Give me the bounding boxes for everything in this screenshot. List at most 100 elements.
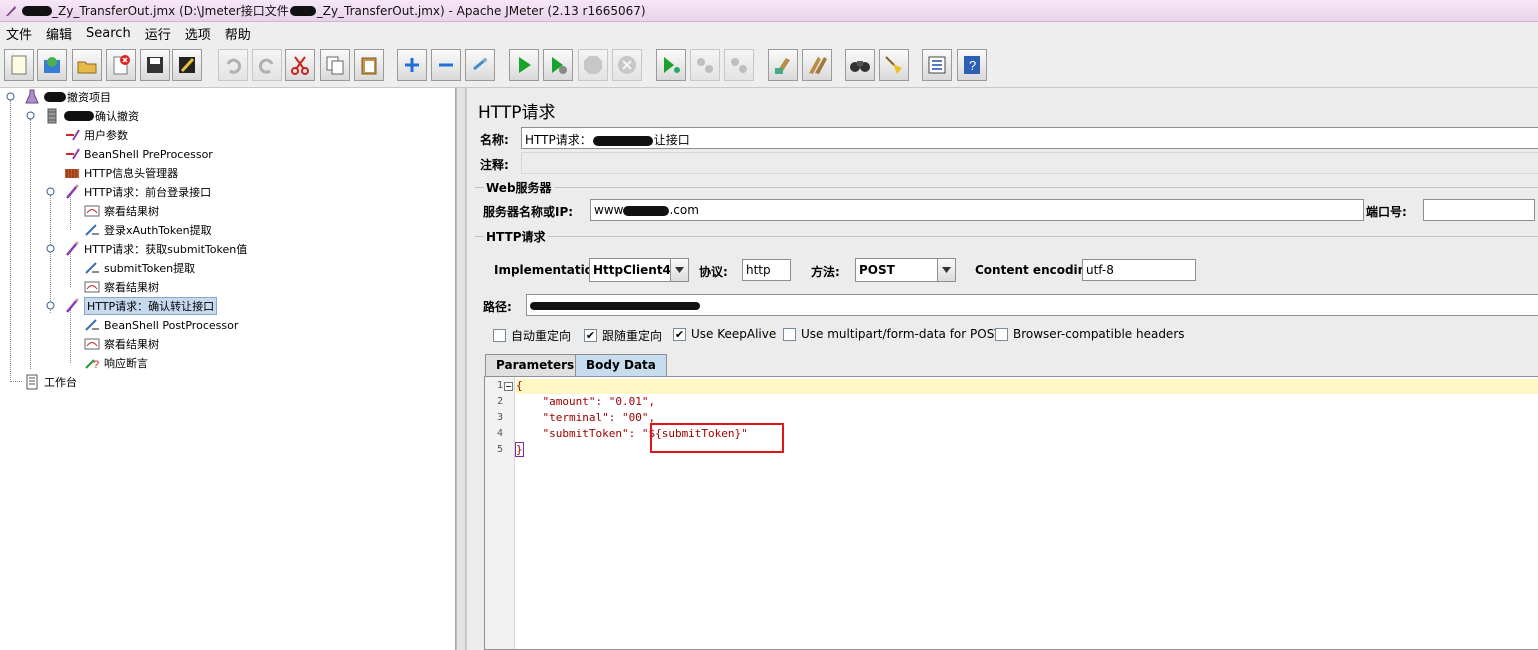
method-select[interactable]: POST xyxy=(855,258,956,282)
tree-node-label: 工作台 xyxy=(44,376,77,389)
keepalive-checkbox[interactable]: ✔ Use KeepAlive xyxy=(673,327,776,341)
tree-node-test-plan[interactable]: 撤资项目 xyxy=(24,88,111,106)
clear-button[interactable] xyxy=(768,49,798,81)
save-as-button[interactable] xyxy=(172,49,202,81)
redacted-mark xyxy=(64,111,94,121)
tree-node-token-extractor[interactable]: submitToken提取 xyxy=(84,259,195,277)
start-no-pause-button[interactable] xyxy=(543,49,573,81)
protocol-input[interactable]: http xyxy=(742,259,791,281)
clear-all-icon xyxy=(809,57,827,74)
remote-shutdown-icon xyxy=(731,58,747,73)
remote-stop-button[interactable] xyxy=(690,49,720,81)
follow-redirects-checkbox[interactable]: ✔ 跟随重定向 xyxy=(584,327,662,344)
tree-node-xauth-extractor[interactable]: 登录xAuthToken提取 xyxy=(84,221,212,239)
checkbox-label: Browser-compatible headers xyxy=(1013,327,1185,341)
tree-node-results-tree-3[interactable]: 察看结果树 xyxy=(84,335,159,353)
menu-run[interactable]: 运行 xyxy=(145,24,171,43)
tree-expand-icon[interactable] xyxy=(46,244,55,253)
help-button[interactable]: ? xyxy=(957,49,987,81)
templates-icon xyxy=(44,57,60,73)
tree-node-label: HTTP请求：前台登录接口 xyxy=(84,186,212,199)
paste-button[interactable] xyxy=(354,49,384,81)
redacted-mark xyxy=(530,301,700,310)
expand-button[interactable] xyxy=(397,49,427,81)
clear-all-button[interactable] xyxy=(802,49,832,81)
panel-title: HTTP请求 xyxy=(478,103,556,123)
tree-node-user-params[interactable]: 用户参数 xyxy=(64,126,128,144)
templates-button[interactable] xyxy=(37,49,67,81)
content-encoding-label: Content encoding: xyxy=(975,263,1100,277)
stop-button[interactable] xyxy=(578,49,608,81)
shutdown-button[interactable] xyxy=(612,49,642,81)
name-input[interactable]: HTTP请求： 让接口 xyxy=(521,127,1538,149)
copy-button[interactable] xyxy=(320,49,350,81)
new-icon xyxy=(11,55,27,75)
tree-node-results-tree-1[interactable]: 察看结果树 xyxy=(84,202,159,220)
remote-shutdown-button[interactable] xyxy=(724,49,754,81)
comment-label: 注释: xyxy=(480,158,509,172)
tree-node-http-login[interactable]: HTTP请求：前台登录接口 xyxy=(64,183,211,201)
close-icon xyxy=(113,55,130,75)
fold-icon[interactable] xyxy=(504,382,513,391)
undo-button[interactable] xyxy=(218,49,248,81)
collapse-button[interactable] xyxy=(431,49,461,81)
remote-start-button[interactable] xyxy=(656,49,686,81)
tree-node-label: BeanShell PostProcessor xyxy=(104,318,239,332)
test-plan-icon xyxy=(24,89,40,105)
tree-expand-icon[interactable] xyxy=(46,187,55,196)
postprocessor-icon xyxy=(84,222,100,238)
tree-node-results-tree-2[interactable]: 察看结果树 xyxy=(84,278,159,296)
window-title-bar: _Zy_TransferOut.jmx (D:\Jmeter接口文件 _Zy_T… xyxy=(0,0,1538,22)
search-button[interactable] xyxy=(845,49,875,81)
open-button[interactable] xyxy=(72,49,102,81)
server-input[interactable]: www .com xyxy=(590,199,1364,221)
implementation-select[interactable]: HttpClient4 xyxy=(589,258,689,282)
tab-parameters[interactable]: Parameters xyxy=(485,354,586,376)
checkmark-icon: ✔ xyxy=(673,327,686,341)
cut-button[interactable] xyxy=(285,49,315,81)
code-line: "amount": "0.01", xyxy=(516,395,656,408)
tree-node-thread-group[interactable]: 确认撤资 xyxy=(44,107,139,125)
body-data-editor[interactable]: 1 2 3 4 5 { "amount": "0.01", "terminal"… xyxy=(484,376,1538,650)
tree-node-http-transfer-selected[interactable]: HTTP请求：确认转让接口 xyxy=(64,297,218,315)
path-input[interactable] xyxy=(526,294,1538,316)
tree-node-label: BeanShell PreProcessor xyxy=(84,147,213,161)
save-button[interactable] xyxy=(140,49,170,81)
tree-node-header-manager[interactable]: HTTP信息头管理器 xyxy=(64,164,178,182)
redo-icon xyxy=(258,58,274,74)
tree-expand-icon[interactable] xyxy=(6,92,15,101)
reset-search-button[interactable] xyxy=(879,49,909,81)
tree-node-beanshell-preprocessor[interactable]: BeanShell PreProcessor xyxy=(64,145,213,163)
tree-expand-icon[interactable] xyxy=(46,301,55,310)
comment-input[interactable] xyxy=(521,152,1538,174)
start-button[interactable] xyxy=(509,49,539,81)
content-encoding-input[interactable]: utf-8 xyxy=(1082,259,1196,281)
redacted-mark xyxy=(592,135,653,146)
multipart-checkbox[interactable]: Use multipart/form-data for POST xyxy=(783,327,1002,341)
menu-bar: 文件 编辑 Search 运行 选项 帮助 xyxy=(0,22,1538,44)
function-helper-button[interactable] xyxy=(922,49,952,81)
menu-file[interactable]: 文件 xyxy=(6,24,32,43)
tree-node-workbench[interactable]: 工作台 xyxy=(24,373,77,391)
new-button[interactable] xyxy=(4,49,34,81)
port-input[interactable] xyxy=(1423,199,1535,221)
tree-node-beanshell-postprocessor[interactable]: BeanShell PostProcessor xyxy=(84,316,238,334)
auto-redirect-checkbox[interactable]: 自动重定向 xyxy=(493,327,571,344)
toggle-button[interactable] xyxy=(465,49,495,81)
menu-help[interactable]: 帮助 xyxy=(225,24,251,43)
web-server-group-border xyxy=(475,187,1538,188)
close-button[interactable] xyxy=(106,49,136,81)
menu-options[interactable]: 选项 xyxy=(185,24,211,43)
tree-node-http-get-token[interactable]: HTTP请求：获取submitToken值 xyxy=(64,240,247,258)
menu-edit[interactable]: 编辑 xyxy=(46,24,72,43)
tree-expand-icon[interactable] xyxy=(26,111,35,120)
browser-compatible-checkbox[interactable]: Browser-compatible headers xyxy=(995,327,1185,341)
preprocessor-icon xyxy=(64,146,80,162)
menu-search[interactable]: Search xyxy=(86,26,131,41)
split-pane-divider[interactable] xyxy=(456,88,466,650)
redo-button[interactable] xyxy=(252,49,282,81)
tree-node-response-assertion[interactable]: ? 响应断言 xyxy=(84,354,148,372)
sampler-icon xyxy=(64,241,80,257)
copy-icon xyxy=(326,56,344,75)
tab-body-data[interactable]: Body Data xyxy=(575,354,667,376)
